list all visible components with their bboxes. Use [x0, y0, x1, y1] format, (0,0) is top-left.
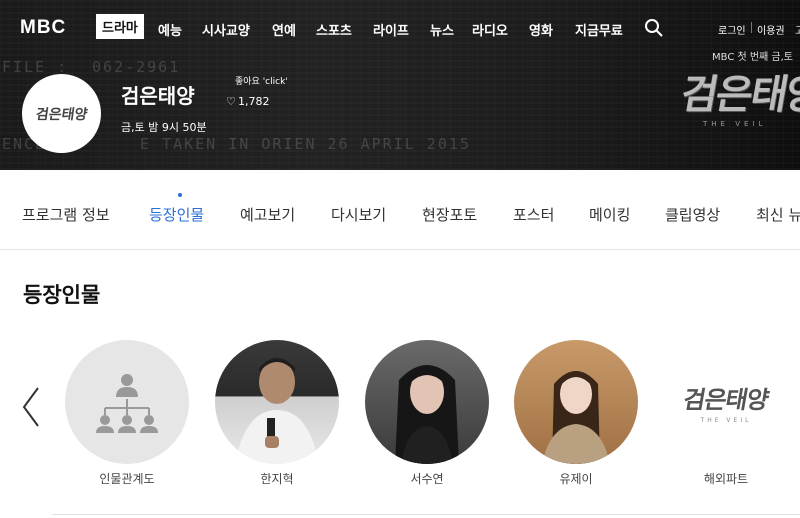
nav-free-now[interactable]: 지금무료 — [575, 20, 623, 39]
tab-set-photos[interactable]: 현장포토 — [422, 204, 477, 225]
tab-making[interactable]: 메이킹 — [589, 204, 630, 225]
nav-drama[interactable]: 드라마 — [96, 14, 144, 39]
character-card[interactable]: 유제이 — [514, 340, 638, 486]
program-title: 검은태양 — [121, 84, 195, 108]
nav-life[interactable]: 라이프 — [373, 20, 409, 39]
character-card-overseas[interactable]: 검은태양 THE VEIL 해외파트 — [664, 340, 788, 486]
tab-posters[interactable]: 포스터 — [513, 204, 554, 225]
nav-news[interactable]: 뉴스 — [430, 20, 454, 39]
tab-latest-news[interactable]: 최신 뉴 — [756, 204, 800, 225]
tab-replays[interactable]: 다시보기 — [331, 204, 386, 225]
nav-current-affairs[interactable]: 시사교양 — [202, 20, 250, 39]
section-title: 등장인물 — [23, 283, 101, 307]
active-tab-indicator — [178, 193, 182, 197]
like-label: 좋아요 'click' — [235, 77, 288, 87]
character-card[interactable]: 서수연 — [365, 340, 489, 486]
character-photo — [514, 340, 638, 464]
nav-entertainment[interactable]: 예능 — [158, 20, 182, 39]
tab-program-info[interactable]: 프로그램 정보 — [22, 204, 110, 225]
program-tabs: 프로그램 정보 등장인물 예고보기 다시보기 현장포토 포스터 메이킹 클립영상… — [0, 170, 800, 250]
character-name: 해외파트 — [703, 472, 749, 486]
search-icon[interactable] — [644, 18, 664, 38]
promo-title: 검은태양 — [677, 71, 800, 118]
character-card[interactable]: 한지혁 — [215, 340, 339, 486]
character-name: 유제이 — [559, 472, 593, 486]
bg-date-text: E TAKEN IN ORIEN 26 APRIL 2015 — [140, 135, 471, 153]
chevron-left-icon[interactable] — [20, 385, 42, 429]
mbc-logo[interactable]: MBC — [20, 17, 66, 39]
login-link[interactable]: 로그인 — [718, 22, 746, 37]
heart-icon[interactable]: ♡ — [226, 95, 236, 108]
overseas-logo-sub: THE VEIL — [700, 417, 752, 424]
program-logo[interactable]: 검은태양 — [22, 74, 101, 153]
like-count: 1,782 — [238, 95, 270, 108]
promo-subtitle: THE VEIL — [703, 120, 767, 128]
relationship-diagram-icon — [65, 340, 189, 464]
broadcast-schedule: 금,토 밤 9시 50분 — [121, 121, 207, 134]
customer-link[interactable]: 고객 — [795, 22, 800, 37]
nav-sports[interactable]: 스포츠 — [316, 20, 352, 39]
nav-celebrity[interactable]: 연예 — [272, 20, 296, 39]
tab-previews[interactable]: 예고보기 — [240, 204, 295, 225]
subscription-link[interactable]: 이용권 — [757, 22, 785, 37]
top-nav: MBC 드라마 예능 시사교양 연예 스포츠 라이프 뉴스 라디오 영화 지금무… — [0, 0, 800, 58]
bg-number-text: 062-2961 — [92, 58, 181, 76]
character-photo — [215, 340, 339, 464]
overseas-logo-text: 검은태양 — [680, 385, 771, 414]
nav-movie[interactable]: 영화 — [529, 20, 553, 39]
tab-characters[interactable]: 등장인물 — [149, 204, 204, 225]
promo-tagline: MBC 첫 번째 금,토 — [712, 52, 794, 63]
util-divider — [751, 22, 752, 33]
tab-clips[interactable]: 클립영상 — [665, 204, 720, 225]
program-logo-text: 검은태양 — [34, 106, 89, 123]
overseas-logo: 검은태양 THE VEIL — [664, 340, 788, 464]
character-photo — [365, 340, 489, 464]
section-divider — [52, 514, 800, 515]
character-card-relationship[interactable]: 인물관계도 — [65, 340, 189, 486]
character-name: 한지혁 — [260, 472, 294, 486]
character-name: 서수연 — [410, 472, 444, 486]
nav-radio[interactable]: 라디오 — [472, 20, 508, 39]
character-name: 인물관계도 — [99, 472, 155, 486]
program-header: FILE : 062-2961 ENCE E TAKEN IN ORIEN 26… — [0, 0, 800, 170]
